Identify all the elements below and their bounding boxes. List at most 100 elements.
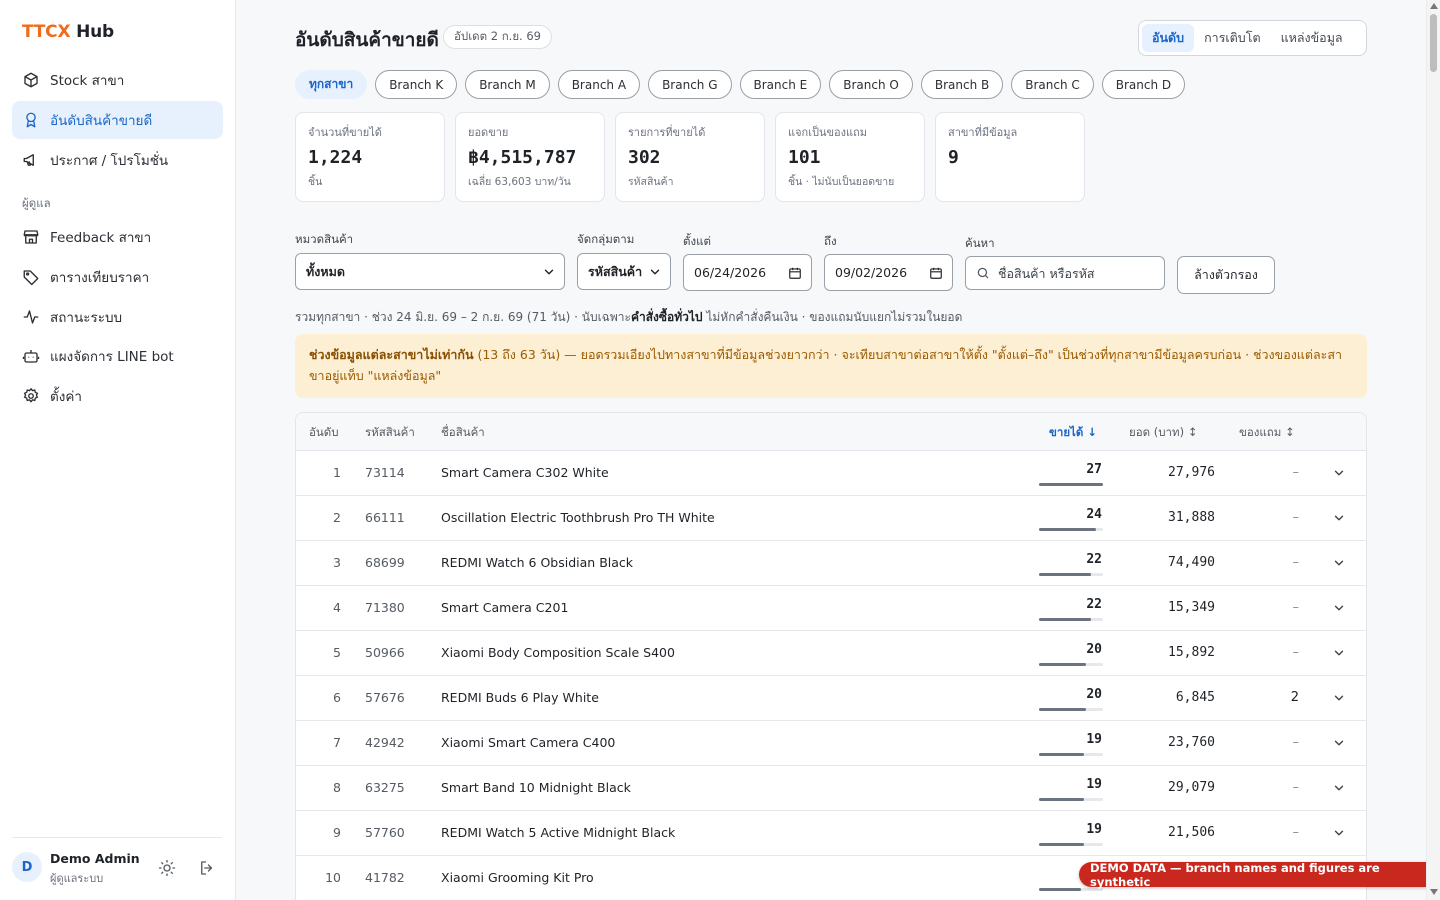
group-by-select[interactable]: รหัสสินค้า [577,253,671,290]
branch-chip[interactable]: Branch A [557,70,641,99]
search-input[interactable] [998,265,1148,281]
tab-growth[interactable]: การเติบโต [1194,24,1270,52]
date-from-label: ตั้งแต่ [683,234,711,248]
row-gift: – [1292,465,1300,480]
branch-chip[interactable]: Branch K [375,70,458,99]
sun-icon[interactable] [158,859,176,877]
chevron-down-icon[interactable] [1332,601,1346,615]
tab-ranking[interactable]: อันดับ [1142,24,1195,52]
sidebar-item-label: Feedback สาขา [50,230,152,246]
table-row[interactable]: 4 71380 Smart Camera C201 22 15,349 – [296,586,1366,631]
row-rank: 10 [325,870,341,885]
branch-chip[interactable]: Branch M [465,70,550,99]
branch-chip[interactable]: Branch E [739,70,822,99]
group-by-label: จัดกลุ่มตาม [577,232,635,246]
sidebar-item-label: สถานะระบบ [50,310,123,326]
date-to-value: 09/02/2026 [835,265,908,280]
clear-filters-button[interactable]: ล้างตัวกรอง [1177,256,1275,294]
row-sold-bar-fill [1039,483,1103,486]
row-sold-bar-fill [1039,753,1084,756]
updated-badge: อัปเดต 2 ก.ย. 69 [443,25,553,49]
date-to-input[interactable]: 09/02/2026 [824,254,953,291]
sidebar-item-announcements[interactable]: ประกาศ / โปรโมชั่น [12,141,223,179]
row-sold-bar-fill [1039,708,1087,711]
page-scrollbar[interactable] [1426,0,1440,900]
branch-chip[interactable]: Branch C [1011,70,1094,99]
chevron-down-icon[interactable] [1332,736,1346,750]
table-row[interactable]: 2 66111 Oscillation Electric Toothbrush Pr… [296,496,1366,541]
brand-part-2: Hub [76,22,114,42]
col-amount[interactable]: ยอด (บาท) ↕ [1129,424,1197,442]
col-code[interactable]: รหัสสินค้า [365,424,415,442]
col-rank[interactable]: อันดับ [309,424,339,442]
sidebar-item-stock[interactable]: Stock สาขา [12,61,223,99]
branch-filter: ทุกสาขา Branch K Branch M Branch A Branc… [295,70,1186,99]
award-icon [26,112,36,128]
chevron-down-icon[interactable] [1332,511,1346,525]
table-row[interactable]: 5 50966 Xiaomi Body Composition Scale S400… [296,631,1366,676]
box-icon [24,72,38,88]
chevron-down-icon[interactable] [1332,646,1346,660]
table-row[interactable]: 7 42942 Xiaomi Smart Camera C400 19 23,760 – [296,721,1366,766]
sidebar-item-top-sellers[interactable]: อันดับสินค้าขายดี [12,101,223,139]
ranking-table: อันดับ รหัสสินค้า ชื่อสินค้า ขายได้ ↓ ยอ… [295,412,1367,900]
sidebar-item-system-status[interactable]: สถานะระบบ [12,298,223,336]
col-name[interactable]: ชื่อสินค้า [441,424,485,442]
page-title: อันดับสินค้าขายดี [295,29,439,51]
table-row[interactable]: 6 57676 REDMI Buds 6 Play White 20 6,845 2 [296,676,1366,721]
category-select[interactable]: ทั้งหมด [295,253,565,290]
row-name: Xiaomi Body Composition Scale S400 [441,645,675,660]
chevron-down-icon[interactable] [1332,466,1346,480]
row-code: 57676 [365,690,405,705]
sidebar-item-settings[interactable]: ตั้งค่า [12,377,223,415]
row-rank: 7 [333,735,341,750]
sidebar-item-price-compare[interactable]: ตารางเทียบราคา [12,258,223,296]
branch-chip[interactable]: Branch O [829,70,913,99]
summary-post: ไม่หักคำสั่งคืนเงิน · ของแถมนับแยกไม่รวม… [702,310,963,324]
row-rank: 6 [333,690,341,705]
chevron-down-icon[interactable] [1332,691,1346,705]
calendar-icon[interactable] [788,266,802,280]
row-rank: 8 [333,780,341,795]
tab-data-sources[interactable]: แหล่งข้อมูล [1271,24,1353,52]
stat-value: 101 [788,147,821,168]
sidebar-item-feedback[interactable]: Feedback สาขา [12,218,223,256]
scroll-up-arrow[interactable] [1430,3,1438,9]
row-sold-bar [1039,708,1103,711]
branch-chip-all[interactable]: ทุกสาขา [295,70,368,99]
date-from-input[interactable]: 06/24/2026 [683,254,812,291]
chevron-down-icon[interactable] [1332,556,1346,570]
branch-chip[interactable]: Branch G [648,70,732,99]
brand-logo[interactable]: TTCX Hub [22,22,114,42]
scroll-down-arrow[interactable] [1430,889,1438,895]
calendar-icon[interactable] [929,266,943,280]
row-sold: 22 [1086,552,1102,567]
branch-chip[interactable]: Branch B [920,70,1004,99]
row-gift: – [1292,780,1300,795]
megaphone-icon [23,154,34,166]
table-row[interactable]: 1 73114 Smart Camera C302 White 27 27,976 – [296,451,1366,496]
table-row[interactable]: 9 57760 REDMI Watch 5 Active Midnight Blac… [296,811,1366,856]
sidebar: TTCX Hub Stock สาขา อันดับสินค้าขายดี ปร… [0,0,236,900]
sidebar-item-line-bot[interactable]: แผงจัดการ LINE bot [12,337,223,375]
stat-sub: ชิ้น [308,176,323,188]
row-sold-bar-fill [1039,573,1091,576]
col-gift[interactable]: ของแถม ↕ [1239,424,1295,442]
row-rank: 9 [333,825,341,840]
table-row[interactable]: 3 68699 REDMI Watch 6 Obsidian Black 22 74,4… [296,541,1366,586]
row-name: REDMI Buds 6 Play White [441,690,599,705]
col-sold[interactable]: ขายได้ ↓ [1049,424,1097,442]
row-sold: 19 [1086,732,1102,747]
table-row[interactable]: 8 63275 Smart Band 10 Midnight Black 19 29,0… [296,766,1366,811]
stat-value: 9 [948,147,959,168]
branch-chip[interactable]: Branch D [1101,70,1186,99]
brand-part-1: TTCX [22,22,71,42]
sidebar-item-label: ประกาศ / โปรโมชั่น [50,153,169,169]
group-by-value: รหัสสินค้า [588,263,643,279]
scroll-thumb[interactable] [1430,14,1437,72]
chevron-down-icon[interactable] [1332,781,1346,795]
chevron-down-icon [650,269,660,275]
logout-icon[interactable] [198,859,216,877]
chevron-down-icon[interactable] [1332,826,1346,840]
row-code: 63275 [365,780,405,795]
